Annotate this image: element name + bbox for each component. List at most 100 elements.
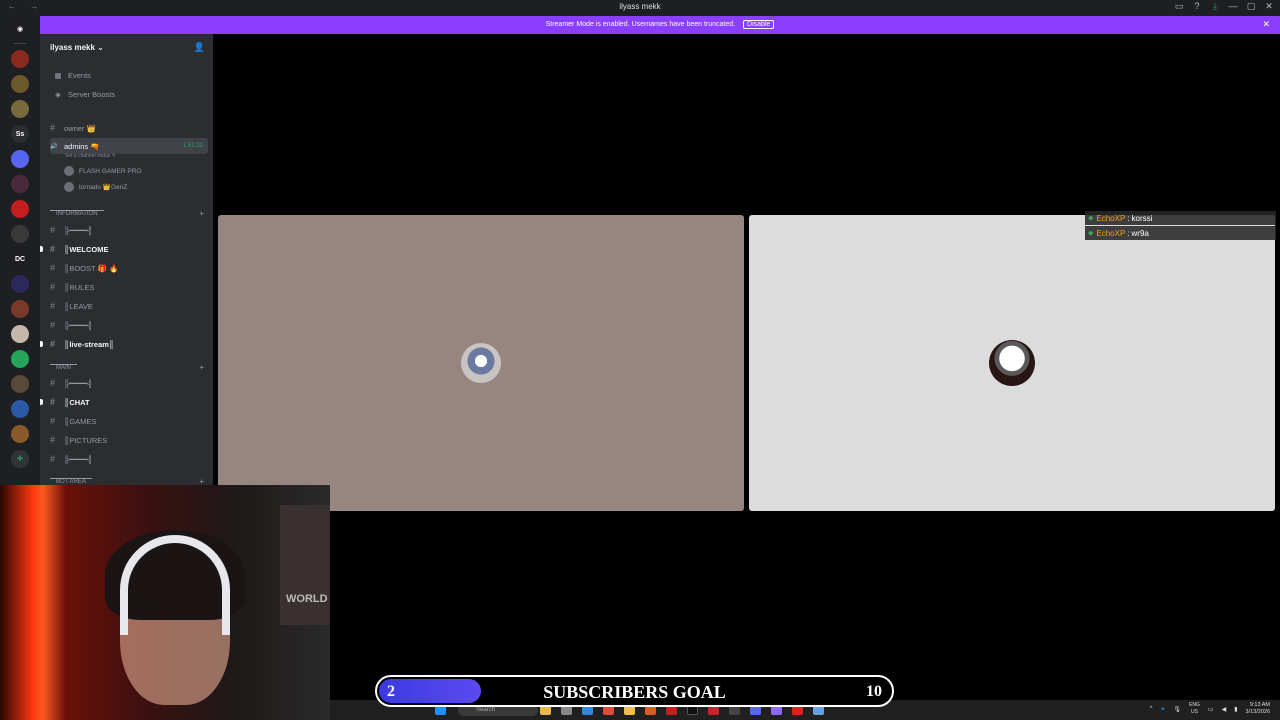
voice-user[interactable]: tornado 👑GenZ bbox=[64, 182, 127, 192]
voice-channel-status[interactable]: Set a channel status ✎ bbox=[65, 153, 116, 159]
battery-icon[interactable]: ▮ bbox=[1234, 706, 1237, 713]
server-name[interactable]: ilyass mekk ⌄ bbox=[50, 43, 104, 52]
headset bbox=[120, 535, 230, 635]
category-label: BOT AREA bbox=[50, 478, 92, 485]
create-channel-icon[interactable]: + bbox=[199, 209, 204, 218]
channel-category[interactable]: MAIN + bbox=[50, 363, 208, 372]
server-icon[interactable] bbox=[11, 100, 29, 118]
hashtag-icon: # bbox=[50, 454, 56, 464]
download-icon[interactable]: ⤓ bbox=[1210, 1, 1220, 12]
unread-indicator bbox=[40, 246, 43, 252]
text-channel[interactable]: # ║LEAVE bbox=[50, 298, 208, 314]
server-icon[interactable]: DC bbox=[11, 250, 29, 268]
add-server-icon[interactable]: + bbox=[11, 450, 29, 468]
channel-label: ╠━━━━╣ bbox=[64, 320, 93, 330]
sidebar-item-events[interactable]: ▦ Events bbox=[54, 71, 90, 80]
channel-label: ║RULES bbox=[64, 282, 95, 292]
channel-category[interactable]: BOT AREA + bbox=[50, 477, 208, 486]
server-icon[interactable] bbox=[11, 50, 29, 68]
channel-label: owner 👑 bbox=[64, 123, 96, 133]
hashtag-icon: # bbox=[50, 397, 56, 407]
text-channel[interactable]: # ╠━━━━╣ bbox=[50, 451, 208, 467]
avatar bbox=[64, 182, 74, 192]
discord-home-icon[interactable]: ◉ bbox=[11, 20, 29, 38]
clock[interactable]: 9:13 AM 3/13/2026 bbox=[1246, 702, 1270, 716]
sidebar-item-server-boosts[interactable]: ◈ Server Boosts bbox=[54, 90, 115, 99]
server-icon[interactable] bbox=[11, 75, 29, 93]
video-tile-user-2[interactable] bbox=[749, 215, 1275, 511]
text-channel[interactable]: # ╠━━━━╣ bbox=[50, 375, 208, 391]
hashtag-icon: # bbox=[50, 225, 56, 235]
server-icon[interactable] bbox=[11, 350, 29, 368]
text-channel[interactable]: # ║WELCOME bbox=[40, 241, 208, 257]
network-icon[interactable]: ▭ bbox=[1208, 706, 1214, 713]
invite-icon[interactable]: 👤 bbox=[194, 42, 205, 53]
server-icon[interactable] bbox=[11, 200, 29, 218]
server-icon[interactable] bbox=[11, 375, 29, 393]
language-indicator[interactable]: ENG US bbox=[1189, 702, 1200, 716]
system-tray: ^ ✦ 🎙 ENG US ▭ ◀ ▮ 9:13 AM 3/13/2026 bbox=[1150, 702, 1270, 716]
inbox-icon[interactable]: ▭ bbox=[1174, 1, 1184, 12]
voice-timer: 1:51:32 bbox=[182, 143, 203, 149]
text-channel[interactable]: # ╠━━━━╣ bbox=[50, 222, 208, 238]
text-channel[interactable]: # ║RULES bbox=[50, 279, 208, 295]
hashtag-icon: # bbox=[50, 301, 56, 311]
server-icon[interactable] bbox=[11, 300, 29, 318]
text-channel[interactable]: # ║live-stream║ bbox=[40, 336, 208, 352]
server-icon[interactable] bbox=[11, 150, 29, 168]
video-tile-user-1[interactable] bbox=[218, 215, 744, 511]
chat-message: ◆ EchoXP : wr9a bbox=[1085, 226, 1276, 240]
subscribers-goal-widget: 2 SUBSCRIBERS GOAL 10 bbox=[375, 675, 894, 707]
category-label: INFORMATION bbox=[50, 210, 104, 217]
text-channel[interactable]: # ║GAMES bbox=[50, 413, 208, 429]
help-icon[interactable]: ? bbox=[1192, 1, 1202, 12]
chat-message: ◆ EchoXP : korssi bbox=[1085, 211, 1276, 225]
region-code: US bbox=[1191, 709, 1198, 715]
disable-streamer-mode-button[interactable]: Disable bbox=[743, 20, 775, 29]
sidebar-item-label: Server Boosts bbox=[68, 90, 116, 99]
server-icon[interactable]: Ss bbox=[11, 125, 29, 143]
hashtag-icon: # bbox=[50, 416, 56, 426]
category-label: MAIN bbox=[50, 364, 77, 371]
volume-icon[interactable]: ◀ bbox=[1222, 706, 1227, 713]
clock-date: 3/13/2026 bbox=[1245, 709, 1270, 715]
hashtag-icon: # bbox=[50, 378, 56, 388]
channel-label: ║BOOST 🎁 🔥 bbox=[64, 263, 119, 273]
poster-text: WORLD bbox=[286, 593, 328, 605]
channel-label: ╠━━━━╣ bbox=[64, 378, 93, 388]
boost-icon: ◈ bbox=[55, 90, 61, 99]
unread-indicator bbox=[40, 341, 43, 347]
text-channel[interactable]: # owner 👑 bbox=[50, 120, 208, 136]
server-icon[interactable] bbox=[11, 425, 29, 443]
server-icon[interactable] bbox=[11, 175, 29, 193]
microphone-icon[interactable]: 🎙 bbox=[1173, 706, 1181, 713]
language-code: ENG bbox=[1189, 702, 1200, 708]
close-icon[interactable]: ✕ bbox=[1264, 1, 1274, 12]
channel-label: ║CHAT bbox=[64, 397, 90, 407]
banner-close-icon[interactable]: ✕ bbox=[1262, 19, 1270, 30]
chat-text: wr9a bbox=[1131, 228, 1149, 238]
text-channel[interactable]: # ║CHAT bbox=[40, 394, 208, 410]
create-channel-icon[interactable]: + bbox=[199, 363, 204, 372]
gem-icon: ◆ bbox=[1088, 215, 1094, 222]
server-icon[interactable] bbox=[11, 225, 29, 243]
channel-label: ║GAMES bbox=[64, 416, 97, 426]
channel-category[interactable]: INFORMATION + bbox=[50, 209, 208, 218]
channel-label: ║live-stream║ bbox=[64, 339, 115, 349]
channel-label: ║LEAVE bbox=[64, 301, 93, 311]
channel-label: ╠━━━━╣ bbox=[64, 225, 93, 235]
text-channel[interactable]: # ║BOOST 🎁 🔥 bbox=[50, 260, 208, 276]
voice-user[interactable]: FLASH GAMER PRO bbox=[64, 166, 141, 176]
minimize-icon[interactable]: — bbox=[1228, 1, 1238, 12]
text-channel[interactable]: # ╠━━━━╣ bbox=[50, 317, 208, 333]
server-icon[interactable] bbox=[11, 400, 29, 418]
text-channel[interactable]: # ║PICTURES bbox=[50, 432, 208, 448]
chevron-up-icon[interactable]: ^ bbox=[1150, 706, 1153, 712]
bluetooth-icon[interactable]: ✦ bbox=[1160, 706, 1165, 713]
chat-username: EchoXP bbox=[1096, 213, 1126, 223]
server-icon[interactable] bbox=[11, 325, 29, 343]
clock-time: 9:13 AM bbox=[1249, 702, 1270, 708]
maximize-icon[interactable]: ▢ bbox=[1246, 1, 1256, 12]
channel-label: admins 🔫 bbox=[64, 141, 100, 151]
server-icon[interactable] bbox=[11, 275, 29, 293]
